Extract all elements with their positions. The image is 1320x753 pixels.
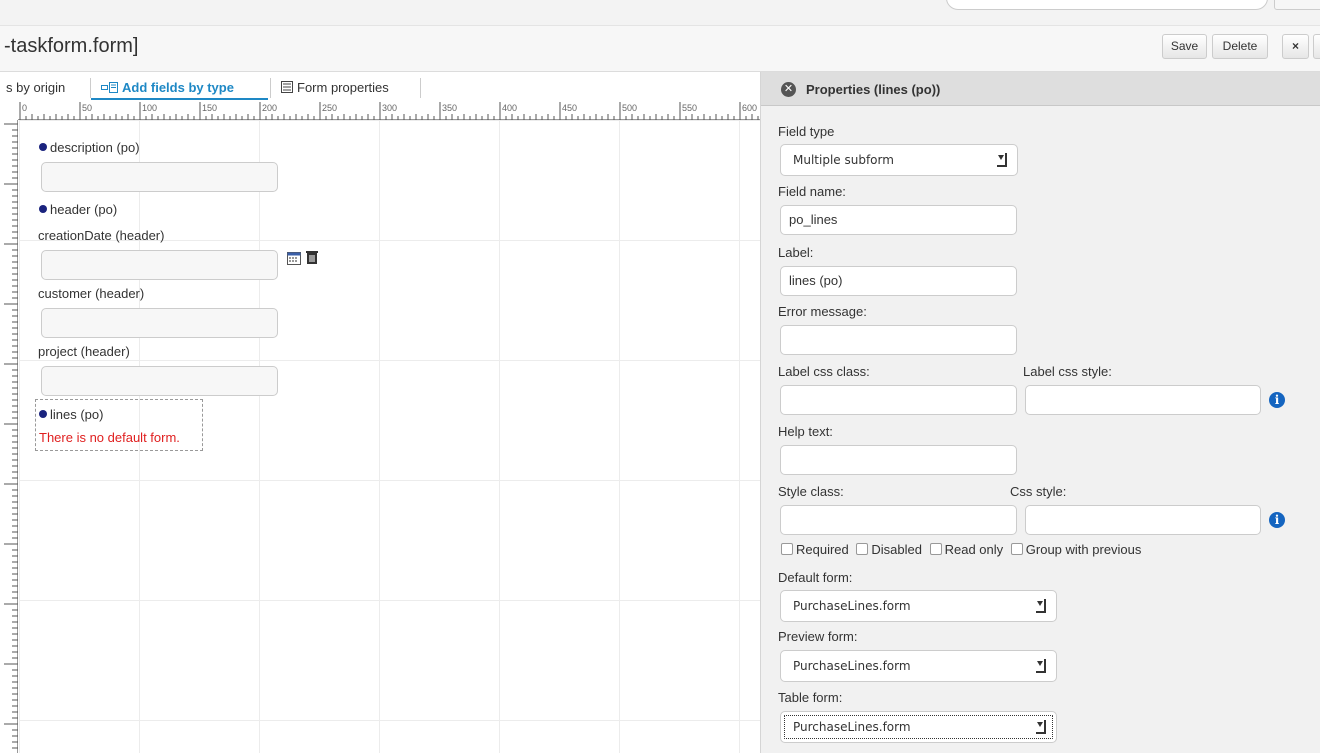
vertical-ruler (0, 120, 18, 753)
label-input[interactable]: lines (po) (780, 266, 1017, 296)
tab-form-properties[interactable]: Form properties (270, 78, 389, 98)
style-class-input[interactable] (780, 505, 1017, 535)
ruler-tick-label: 250 (322, 103, 338, 113)
field-flags: Required Disabled Read only Group with p… (781, 542, 1145, 557)
ruler-tick-label: 200 (262, 103, 278, 113)
ruler-tick-label: 350 (442, 103, 458, 113)
chevron-down-icon (1037, 601, 1043, 606)
ruler-tick-label: 550 (682, 103, 698, 113)
preview-form-label: Preview form: (778, 629, 858, 644)
preview-form-select[interactable]: PurchaseLines.form (780, 650, 1057, 682)
field-type-label: Field type (778, 124, 835, 139)
css-style-label: Css style: (1010, 484, 1067, 499)
ruler-tick-label: 500 (622, 103, 638, 113)
trash-icon[interactable] (305, 250, 319, 268)
description-input[interactable] (41, 162, 278, 192)
top-right-button[interactable] (1274, 0, 1320, 10)
calendar-icon[interactable] (287, 251, 301, 268)
add-field-icon (101, 77, 118, 101)
ruler-tick-label: 50 (82, 103, 93, 113)
tab-label: Add fields by type (122, 80, 234, 95)
editor-tabs: s by origin Add fields by type Form prop… (0, 72, 760, 102)
info-icon[interactable]: i (1269, 512, 1285, 528)
chevron-down-icon (998, 155, 1004, 160)
label-css-style-label: Label css style: (1023, 364, 1112, 379)
delete-button[interactable]: Delete (1212, 34, 1268, 59)
project-input[interactable] (41, 366, 278, 396)
field-label-creation-date[interactable]: creationDate (header) (38, 228, 164, 243)
ruler-tick-label: 600 (742, 103, 758, 113)
label-css-style-input[interactable] (1025, 385, 1261, 415)
chevron-down-icon (1037, 722, 1043, 727)
extra-button[interactable] (1313, 34, 1320, 59)
top-strip (0, 0, 1320, 26)
horizontal-ruler: 0 50 100 150 200 250 300 350 400 450 500 550 600 (18, 102, 760, 120)
required-checkbox[interactable]: Required (781, 542, 849, 557)
ruler-tick-label: 300 (382, 103, 398, 113)
close-editor-button[interactable]: × (1282, 34, 1309, 59)
default-form-label: Default form: (778, 570, 853, 585)
ruler-tick-label: 450 (562, 103, 578, 113)
field-label-project[interactable]: project (header) (38, 344, 130, 359)
info-icon[interactable]: i (1269, 392, 1285, 408)
ruler-tick-label: 100 (142, 103, 158, 113)
label-css-class-label: Label css class: (778, 364, 870, 379)
error-message: There is no default form. (39, 430, 180, 445)
tab-fields-by-origin[interactable]: s by origin (6, 76, 65, 100)
disabled-checkbox[interactable]: Disabled (856, 542, 922, 557)
help-text-input[interactable] (780, 445, 1017, 475)
date-field-actions (287, 250, 319, 268)
properties-title: Properties (lines (po)) (806, 82, 941, 97)
field-type-select[interactable]: Multiple subform (780, 144, 1018, 176)
style-class-label: Style class: (778, 484, 844, 499)
css-style-input[interactable] (1025, 505, 1261, 535)
tab-label: s by origin (6, 80, 66, 95)
default-form-select[interactable]: PurchaseLines.form (780, 590, 1057, 622)
label-label: Label: (778, 245, 814, 260)
ruler-tick-label: 0 (22, 103, 28, 113)
field-name-input[interactable]: po_lines (780, 205, 1017, 235)
tab-add-fields-by-type[interactable]: Add fields by type (91, 76, 268, 100)
creation-date-input[interactable] (41, 250, 278, 280)
bullet-icon (39, 205, 47, 213)
checkbox-icon (929, 543, 942, 555)
checkbox-icon (781, 543, 793, 555)
page-title: -taskform.form] (4, 35, 139, 57)
checkbox-icon (856, 543, 869, 555)
tab-divider (420, 78, 421, 98)
field-label-lines[interactable]: lines (po) (39, 407, 103, 422)
close-panel-icon[interactable]: ✕ (781, 82, 796, 97)
field-label-description[interactable]: description (po) (39, 140, 140, 155)
global-search-input[interactable] (946, 0, 1268, 10)
properties-header: ✕ Properties (lines (po)) (761, 72, 1320, 106)
field-label-header[interactable]: header (po) (39, 202, 117, 217)
table-form-select[interactable]: PurchaseLines.form (780, 711, 1057, 743)
field-label-customer[interactable]: customer (header) (38, 286, 144, 301)
ruler-tick-label: 400 (502, 103, 518, 113)
bullet-icon (39, 410, 47, 418)
bullet-icon (39, 143, 47, 151)
customer-input[interactable] (41, 308, 278, 338)
help-text-label: Help text: (778, 424, 833, 439)
ruler-tick-label: 150 (202, 103, 218, 113)
label-css-class-input[interactable] (780, 385, 1017, 415)
checkbox-icon (1010, 543, 1023, 555)
table-form-label: Table form: (778, 690, 843, 705)
read-only-checkbox[interactable]: Read only (929, 542, 1003, 557)
error-message-input[interactable] (780, 325, 1017, 355)
field-name-label: Field name: (778, 184, 846, 199)
tab-label: Form properties (297, 80, 389, 95)
group-with-previous-checkbox[interactable]: Group with previous (1010, 542, 1141, 557)
properties-panel: ✕ Properties (lines (po)) Field type Mul… (760, 72, 1320, 753)
form-canvas[interactable]: description (po) header (po) creationDat… (19, 120, 760, 753)
editor-title-bar: -taskform.form] Save Delete × (0, 26, 1320, 72)
error-message-label: Error message: (778, 304, 867, 319)
save-button[interactable]: Save (1162, 34, 1207, 59)
form-properties-icon (281, 79, 293, 99)
chevron-down-icon (1037, 661, 1043, 666)
